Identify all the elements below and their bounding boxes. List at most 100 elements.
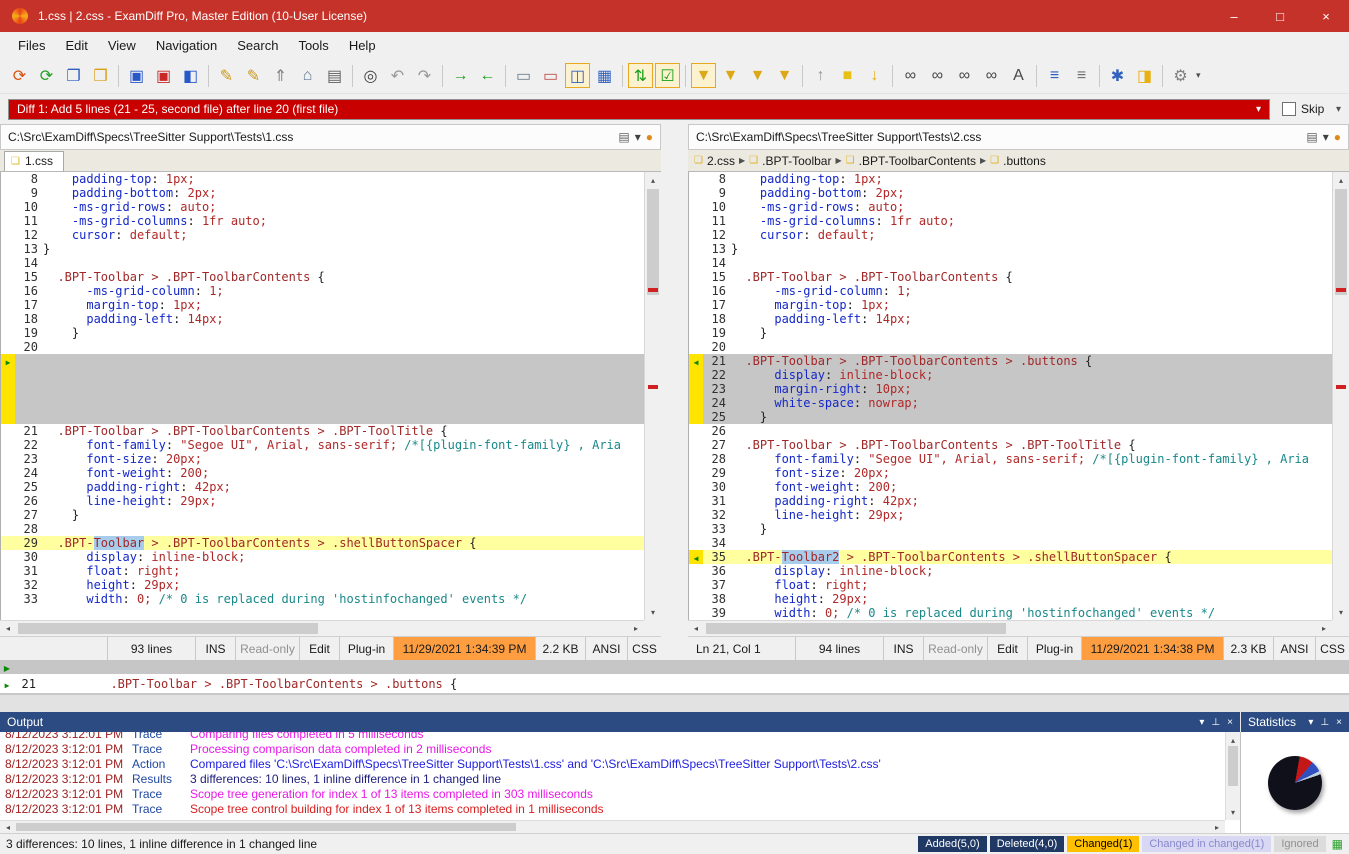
- code-line-left-gap[interactable]: [1, 410, 660, 424]
- code-line-right-11[interactable]: 11 -ms-grid-columns: 1fr auto;: [689, 214, 1348, 228]
- find-next-first-icon[interactable]: ∞: [925, 63, 950, 88]
- menu-edit[interactable]: Edit: [55, 34, 97, 57]
- status-cell-11-29-2021-1-34-38-pm[interactable]: 11/29/2021 1:34:38 PM: [1081, 637, 1223, 660]
- status-cell-edit[interactable]: Edit: [987, 637, 1027, 660]
- line-numbers-icon[interactable]: ≡: [1069, 63, 1094, 88]
- compare-swirl-icon[interactable]: ●: [1334, 130, 1341, 144]
- prev-diff-block-icon[interactable]: ↑: [808, 63, 833, 88]
- chevron-down-icon[interactable]: ▾: [1199, 717, 1204, 728]
- code-line-right-30[interactable]: 30 font-weight: 200;: [689, 480, 1348, 494]
- code-line-right-13[interactable]: 13}: [689, 242, 1348, 256]
- printer-icon[interactable]: ▤: [618, 130, 629, 144]
- output-hscrollbar[interactable]: ◂ ▸: [0, 820, 1225, 833]
- hscroll-thumb[interactable]: [18, 623, 318, 634]
- code-line-right-9[interactable]: 9 padding-bottom: 2px;: [689, 186, 1348, 200]
- code-line-right-32[interactable]: 32 line-height: 29px;: [689, 508, 1348, 522]
- save-both-files-icon[interactable]: ◧: [178, 63, 203, 88]
- close-icon[interactable]: ×: [1336, 717, 1342, 728]
- dropdown-icon[interactable]: ▾: [635, 130, 641, 144]
- table-view-icon[interactable]: ▦: [592, 63, 617, 88]
- code-line-left-14[interactable]: 14: [1, 256, 660, 270]
- code-line-left-22[interactable]: 22 font-family: "Segoe UI", Arial, sans-…: [1, 438, 660, 452]
- split-view-icon[interactable]: ◫: [565, 63, 590, 88]
- second-file-vscrollbar[interactable]: ▴ ▾: [1332, 172, 1349, 620]
- status-cell-ins[interactable]: INS: [195, 637, 235, 660]
- find-prev-first-icon[interactable]: ∞: [898, 63, 923, 88]
- current-diff-second-file-row[interactable]: ▶ 21 .BPT-Toolbar > .BPT-ToolbarContents…: [0, 674, 1349, 694]
- badge-changed-in-changed-1-[interactable]: Changed in changed(1): [1142, 836, 1271, 852]
- code-line-left-17[interactable]: 17 margin-top: 1px;: [1, 298, 660, 312]
- scroll-up-icon[interactable]: ▴: [1333, 172, 1349, 188]
- export-diff-icon[interactable]: ⇑: [268, 63, 293, 88]
- code-line-right-29[interactable]: 29 font-size: 20px;: [689, 466, 1348, 480]
- first-file-hscrollbar[interactable]: ◂ ▸: [0, 620, 644, 636]
- code-line-right-27[interactable]: 27 .BPT-Toolbar > .BPT-ToolbarContents >…: [689, 438, 1348, 452]
- menu-navigation[interactable]: Navigation: [146, 34, 227, 57]
- status-cell-edit[interactable]: Edit: [299, 637, 339, 660]
- output-panel[interactable]: 8/12/2023 3:12:01 PMTraceComparing files…: [0, 732, 1240, 833]
- show-first-only-icon[interactable]: ▭: [511, 63, 536, 88]
- menu-search[interactable]: Search: [227, 34, 288, 57]
- status-cell-2-3-kb[interactable]: 2.3 KB: [1223, 637, 1273, 660]
- code-line-left-gap[interactable]: [1, 382, 660, 396]
- code-line-left-26[interactable]: 26 line-height: 29px;: [1, 494, 660, 508]
- pin-icon[interactable]: ⊥: [1320, 717, 1329, 728]
- status-cell-plug-in[interactable]: Plug-in: [339, 637, 393, 660]
- output-log-row[interactable]: 8/12/2023 3:12:01 PMTraceScope tree cont…: [0, 802, 1224, 817]
- code-line-left-gap[interactable]: ▶: [1, 354, 660, 368]
- overflow-chevron-icon[interactable]: ▾: [1336, 104, 1341, 115]
- code-line-left-32[interactable]: 32 height: 29px;: [1, 578, 660, 592]
- breadcrumb-item[interactable]: ❏.BPT-ToolbarContents: [844, 154, 978, 168]
- statistics-report-icon[interactable]: ≡: [1042, 63, 1067, 88]
- filter-added-icon[interactable]: ▼: [718, 63, 743, 88]
- tab-1css[interactable]: ❏ 1.css: [4, 151, 64, 171]
- code-line-right-15[interactable]: 15 .BPT-Toolbar > .BPT-ToolbarContents {: [689, 270, 1348, 284]
- code-line-right-39[interactable]: 39 width: 0; /* 0 is replaced during 'ho…: [689, 606, 1348, 620]
- close-button[interactable]: ×: [1303, 0, 1349, 32]
- prev-mismatch-icon[interactable]: ←: [475, 63, 500, 88]
- code-line-right-28[interactable]: 28 font-family: "Segoe UI", Arial, sans-…: [689, 452, 1348, 466]
- code-line-right-21[interactable]: ◀21 .BPT-Toolbar > .BPT-ToolbarContents …: [689, 354, 1348, 368]
- status-cell-css[interactable]: CSS: [627, 637, 661, 660]
- output-log-row[interactable]: 8/12/2023 3:12:01 PMActionCompared files…: [0, 757, 1224, 772]
- scroll-right-icon[interactable]: ▸: [1316, 621, 1332, 636]
- code-line-left-31[interactable]: 31 float: right;: [1, 564, 660, 578]
- code-line-right-37[interactable]: 37 float: right;: [689, 578, 1348, 592]
- code-line-left-28[interactable]: 28: [1, 522, 660, 536]
- breadcrumb-item[interactable]: ❏2.css: [692, 154, 737, 168]
- badge-changed-1-[interactable]: Changed(1): [1067, 836, 1139, 852]
- code-line-left-10[interactable]: 10 -ms-grid-rows: auto;: [1, 200, 660, 214]
- code-line-left-27[interactable]: 27 }: [1, 508, 660, 522]
- edit-first-file-icon[interactable]: ✎: [214, 63, 239, 88]
- close-icon[interactable]: ×: [1227, 717, 1233, 728]
- plugin-options-icon[interactable]: ◨: [1132, 63, 1157, 88]
- minimize-button[interactable]: –: [1211, 0, 1257, 32]
- breadcrumb-item[interactable]: ❏.buttons: [988, 154, 1048, 168]
- scroll-left-icon[interactable]: ◂: [0, 621, 16, 636]
- vscroll-thumb[interactable]: [1228, 746, 1238, 786]
- status-cell-ansi[interactable]: ANSI: [1273, 637, 1315, 660]
- dropdown-icon[interactable]: ▾: [1323, 130, 1329, 144]
- printer-icon[interactable]: ▤: [1306, 130, 1317, 144]
- output-log-row[interactable]: 8/12/2023 3:12:01 PMResults3 differences…: [0, 772, 1224, 787]
- scroll-right-icon[interactable]: ▸: [628, 621, 644, 636]
- status-cell-2-2-kb[interactable]: 2.2 KB: [535, 637, 585, 660]
- code-line-left-18[interactable]: 18 padding-left: 14px;: [1, 312, 660, 326]
- filter-changed-icon[interactable]: ▼: [772, 63, 797, 88]
- scroll-down-icon[interactable]: ▾: [645, 604, 661, 620]
- status-cell-ins[interactable]: INS: [883, 637, 923, 660]
- skip-checkbox[interactable]: [1282, 102, 1296, 116]
- code-line-right-19[interactable]: 19 }: [689, 326, 1348, 340]
- second-file-path-bar[interactable]: C:\Src\ExamDiff\Specs\TreeSitter Support…: [688, 124, 1349, 150]
- output-log-row[interactable]: 8/12/2023 3:12:01 PMTraceComparing files…: [0, 732, 1224, 742]
- scroll-up-icon[interactable]: ▴: [645, 172, 661, 188]
- scroll-right-icon[interactable]: ▸: [1209, 821, 1225, 833]
- statistics-panel-header[interactable]: Statistics ▾ ⊥ ×: [1240, 712, 1349, 732]
- code-line-left-20[interactable]: 20: [1, 340, 660, 354]
- sync-scroll-icon[interactable]: ⇅: [628, 63, 653, 88]
- chevron-down-icon[interactable]: ▾: [1256, 104, 1261, 115]
- code-line-left-24[interactable]: 24 font-weight: 200;: [1, 466, 660, 480]
- code-line-left-12[interactable]: 12 cursor: default;: [1, 228, 660, 242]
- plugins-icon[interactable]: ✱: [1105, 63, 1130, 88]
- show-second-only-icon[interactable]: ▭: [538, 63, 563, 88]
